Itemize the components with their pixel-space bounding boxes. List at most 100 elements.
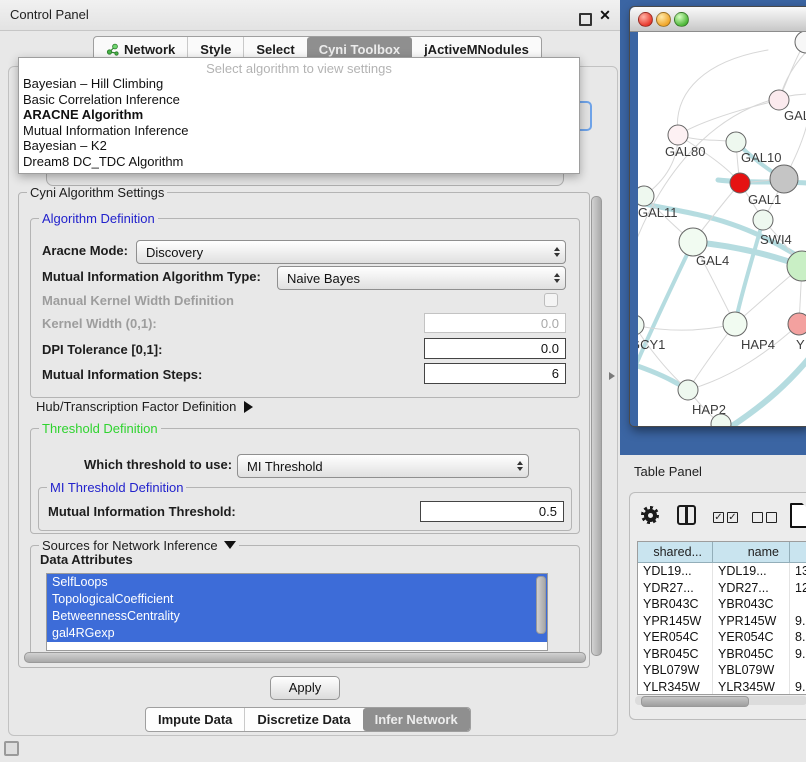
hub-definition-expander[interactable]: Hub/Transcription Factor Definition	[36, 398, 253, 416]
algorithm-option[interactable]: Bayesian – K2	[19, 138, 579, 154]
network-node[interactable]	[678, 380, 698, 400]
which-threshold-select[interactable]: MI Threshold	[237, 454, 529, 478]
manual-kernel-checkbox[interactable]	[544, 293, 558, 307]
sources-group-title[interactable]: Sources for Network Inference	[39, 538, 239, 553]
attribute-item-selected[interactable]: gal4RGexp	[47, 625, 547, 642]
network-edge[interactable]	[688, 324, 799, 390]
zoom-traffic-light-icon[interactable]	[674, 12, 689, 27]
network-node[interactable]	[668, 125, 688, 145]
bottom-tab[interactable]: Impute Data	[146, 708, 244, 731]
algorithm-option[interactable]: Basic Correlation Inference	[19, 92, 579, 108]
unchecked-checkbox-icon[interactable]	[752, 512, 763, 523]
settings-vertical-scrollbar[interactable]	[591, 196, 602, 656]
control-panel-titlebar: Control Panel	[0, 0, 620, 31]
aracne-mode-select[interactable]: Discovery	[136, 240, 566, 264]
algorithm-dropdown: Select algorithm to view settings Bayesi…	[18, 57, 580, 174]
tab-label: Select	[256, 42, 294, 57]
network-node[interactable]	[770, 165, 798, 193]
network-node[interactable]	[730, 173, 750, 193]
apply-button[interactable]: Apply	[270, 676, 340, 700]
network-window[interactable]: GALGAL80GAL10GAL1GAL11GAL4SWI4GCY1HAP4YH…	[629, 6, 806, 427]
attributes-scrollbar[interactable]	[536, 576, 546, 634]
close-icon[interactable]	[596, 6, 614, 24]
table-panel-container: shared... name YDL19... YDL19... 13 YDR2…	[629, 492, 806, 720]
tab-label: Cyni Toolbox	[319, 42, 400, 57]
column-header[interactable]: shared...	[638, 542, 713, 563]
network-edge[interactable]	[638, 325, 688, 390]
kernel-width-input[interactable]: 0.0	[424, 313, 566, 333]
table-row[interactable]: YDR27... YDR27... 12	[638, 580, 806, 597]
network-edge[interactable]	[677, 50, 768, 135]
table-row[interactable]: YLR345W YLR345W 9.	[638, 679, 806, 696]
cell-name: YDL19...	[713, 563, 790, 580]
kernel-width-label: Kernel Width (0,1):	[42, 313, 157, 335]
bottom-tab[interactable]: Discretize Data	[244, 708, 362, 731]
table-row[interactable]: YPR145W YPR145W 9.	[638, 613, 806, 630]
table-hscrollbar-thumb[interactable]	[641, 696, 749, 707]
network-edge[interactable]	[735, 220, 763, 324]
algorithm-option[interactable]: Dream8 DC_TDC Algorithm	[19, 154, 579, 170]
document-icon[interactable]	[790, 503, 806, 528]
table-row[interactable]: YBL079W YBL079W	[638, 662, 806, 679]
attribute-item-selected[interactable]: BetweennessCentrality	[47, 608, 547, 625]
control-panel-title: Control Panel	[10, 0, 89, 30]
cell-name: YDR27...	[713, 580, 790, 597]
table-row[interactable]: YDL19... YDL19... 13	[638, 563, 806, 580]
checked-checkbox-icon[interactable]	[713, 512, 724, 523]
network-edge[interactable]	[638, 242, 693, 374]
cell-value: 9.	[790, 679, 806, 696]
mi-threshold-input[interactable]: 0.5	[420, 501, 564, 522]
network-node[interactable]	[795, 32, 806, 53]
network-node[interactable]	[638, 186, 654, 206]
network-node[interactable]	[769, 90, 789, 110]
bottom-tab[interactable]: Infer Network	[363, 708, 470, 731]
cell-value: 13	[790, 563, 806, 580]
data-attributes-label: Data Attributes	[40, 552, 133, 567]
cell-name: YER054C	[713, 629, 790, 646]
network-node[interactable]	[726, 132, 746, 152]
mi-steps-input[interactable]: 6	[424, 363, 566, 384]
table-row[interactable]: YBR045C YBR045C 9.	[638, 646, 806, 663]
cell-name: YPR145W	[713, 613, 790, 630]
dpi-tolerance-label: DPI Tolerance [0,1]:	[42, 339, 162, 361]
which-threshold-value: MI Threshold	[238, 459, 512, 474]
network-node-label: GAL10	[741, 150, 781, 165]
node-table: shared... name YDL19... YDL19... 13 YDR2…	[637, 541, 806, 695]
cell-shared-name: YDL19...	[638, 563, 713, 580]
columns-icon[interactable]	[677, 505, 696, 525]
checked-checkbox-icon[interactable]	[727, 512, 738, 523]
attribute-item-selected[interactable]: TopologicalCoefficient	[47, 591, 547, 608]
algorithm-option[interactable]: ARACNE Algorithm	[19, 107, 579, 123]
network-node[interactable]	[638, 315, 644, 335]
network-node[interactable]	[679, 228, 707, 256]
network-edge[interactable]	[726, 350, 806, 426]
splitter-arrow-icon[interactable]	[609, 372, 615, 380]
attribute-item-selected[interactable]: SelfLoops	[47, 574, 547, 591]
algorithm-option[interactable]: Mutual Information Inference	[19, 123, 579, 139]
gear-icon[interactable]	[641, 506, 659, 524]
float-window-icon[interactable]	[579, 13, 592, 26]
column-header[interactable]: name	[713, 542, 790, 563]
network-node[interactable]	[723, 312, 747, 336]
stepper-icon	[549, 247, 565, 257]
docked-panel-icon[interactable]	[4, 741, 19, 756]
network-window-titlebar[interactable]	[630, 7, 806, 32]
unchecked-checkbox-icon[interactable]	[766, 512, 777, 523]
column-header[interactable]	[790, 542, 806, 563]
algorithm-option[interactable]: Bayesian – Hill Climbing	[19, 76, 579, 92]
network-node-label: SWI4	[760, 232, 792, 247]
table-row[interactable]: YBR043C YBR043C	[638, 596, 806, 613]
dpi-tolerance-input[interactable]: 0.0	[424, 338, 566, 359]
network-canvas[interactable]: GALGAL80GAL10GAL1GAL11GAL4SWI4GCY1HAP4YH…	[638, 32, 806, 426]
cell-value: 8.	[790, 629, 806, 646]
close-traffic-light-icon[interactable]	[638, 12, 653, 27]
network-node[interactable]	[788, 313, 806, 335]
cell-shared-name: YBL079W	[638, 662, 713, 679]
network-node[interactable]	[753, 210, 773, 230]
minimize-traffic-light-icon[interactable]	[656, 12, 671, 27]
table-row[interactable]: YER054C YER054C 8.	[638, 629, 806, 646]
settings-horizontal-scrollbar[interactable]	[24, 652, 586, 663]
tab-label: Style	[200, 42, 231, 57]
mi-type-select[interactable]: Naive Bayes	[277, 266, 566, 290]
network-edge[interactable]	[678, 100, 779, 135]
